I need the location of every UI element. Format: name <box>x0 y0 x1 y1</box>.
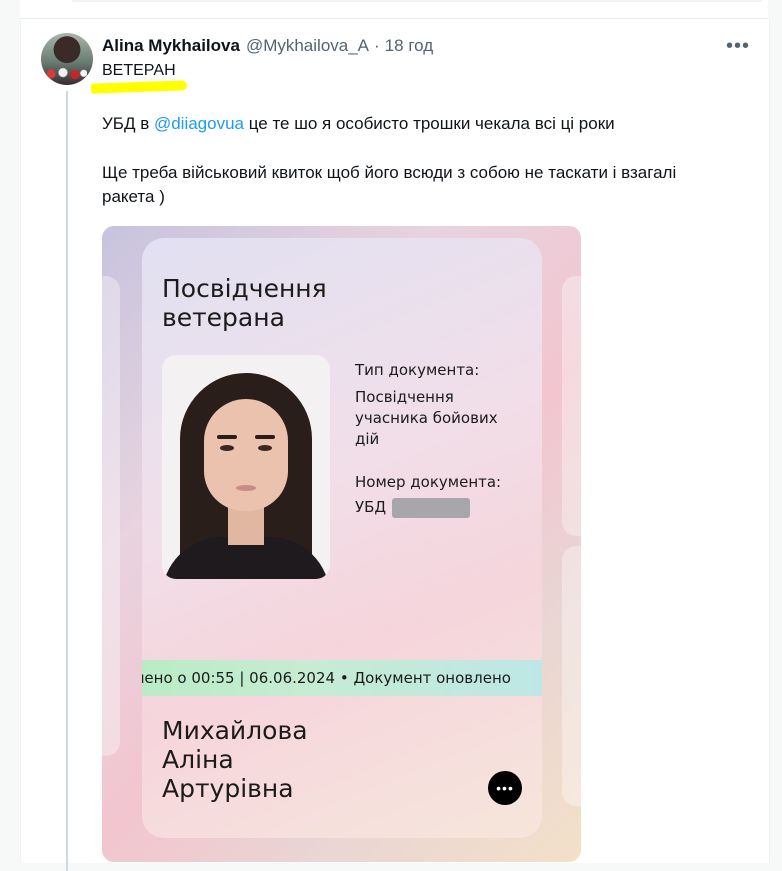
owner-name-line-1: Михайлова <box>162 716 308 745</box>
document-type-value-line-3: дій <box>355 430 380 448</box>
tweet-text-line-3: ракета ) <box>102 187 165 206</box>
update-ticker-text: влено о 00:55 | 06.06.2024 • Документ он… <box>142 669 511 687</box>
tweet[interactable]: Alina Mykhailova @Mykhailova_A · 18 год … <box>20 19 770 871</box>
more-options-icon[interactable]: ••• <box>721 33 755 59</box>
document-number-prefix: УБД <box>355 498 387 516</box>
side-card-right-bottom <box>562 546 581 806</box>
tweet-text-prefix: УБД в <box>102 114 154 133</box>
avatar-flowers <box>47 67 87 81</box>
user-badge: ВЕТЕРАН <box>102 62 176 79</box>
veteran-id-card: Посвідчення ветерана Тип документа: Посв… <box>142 238 542 838</box>
tweet-time[interactable]: 18 год <box>385 36 433 56</box>
document-type-label: Тип документа: <box>355 361 480 379</box>
photo-eye-left <box>220 445 234 451</box>
avatar[interactable] <box>41 33 93 85</box>
document-type-value: Посвідчення учасника бойових дій <box>355 387 498 450</box>
photo-face <box>204 399 288 511</box>
photo-lips <box>236 485 256 491</box>
redacted-number <box>392 497 471 518</box>
side-card-left <box>102 276 120 756</box>
document-number-label: Номер документа: <box>355 473 502 491</box>
highlight-mark <box>90 80 188 94</box>
id-photo <box>162 355 330 579</box>
thread-line <box>66 91 68 871</box>
tweet-text-line-1: УБД в @diiagovua це те шо я особисто тро… <box>102 112 615 136</box>
document-title: Посвідчення ветерана <box>162 274 327 332</box>
update-ticker: влено о 00:55 | 06.06.2024 • Документ он… <box>142 660 542 696</box>
card-menu-icon[interactable]: ••• <box>488 771 522 805</box>
document-type-value-line-1: Посвідчення <box>355 388 454 406</box>
tweet-header: Alina Mykhailova @Mykhailova_A · 18 год <box>102 35 433 57</box>
owner-name-line-2: Аліна <box>162 745 234 774</box>
document-type-value-line-2: учасника бойових <box>355 409 498 427</box>
photo-brow-right <box>255 435 275 439</box>
photo-brow-left <box>217 435 237 439</box>
photo-eye-right <box>258 445 272 451</box>
owner-name: Михайлова Аліна Артурівна <box>162 716 308 803</box>
mention-link[interactable]: @diiagovua <box>154 114 244 133</box>
tweet-media-image[interactable]: Посвідчення ветерана Тип документа: Посв… <box>102 226 581 862</box>
author-handle[interactable]: @Mykhailova_A <box>246 36 369 56</box>
previous-card-edge <box>72 0 762 2</box>
document-title-line-2: ветерана <box>162 303 285 332</box>
tweet-text-line-2: Ще треба військовий квиток щоб його всюд… <box>102 163 677 182</box>
author-name[interactable]: Alina Mykhailova <box>102 36 240 56</box>
header-separator: · <box>374 36 380 55</box>
document-title-line-1: Посвідчення <box>162 274 327 303</box>
photo-neck <box>228 505 264 545</box>
owner-name-line-3: Артурівна <box>162 774 294 803</box>
document-number-value: УБД <box>355 497 471 518</box>
side-card-right-top <box>562 276 581 536</box>
tweet-text-suffix: це те шо я особисто трошки чекала всі ці… <box>244 114 615 133</box>
previous-tweet-card <box>20 0 768 19</box>
